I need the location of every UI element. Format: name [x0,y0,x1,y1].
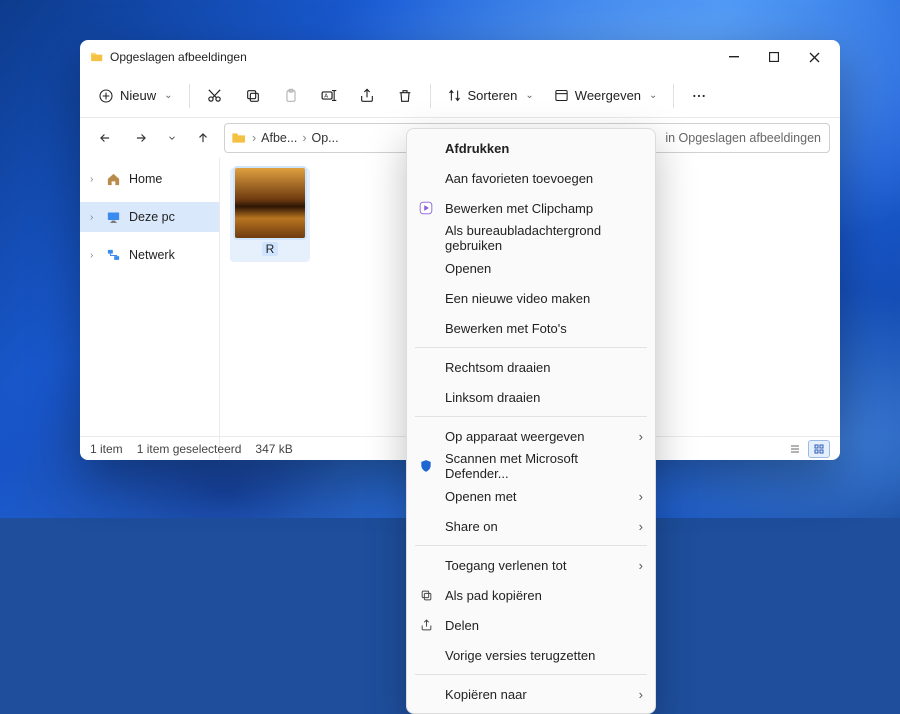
ctx-rotate-cw[interactable]: Rechtsom draaien [407,352,655,382]
ctx-share[interactable]: Delen [407,610,655,640]
back-button[interactable] [90,123,120,153]
chevron-right-icon: › [639,489,643,504]
ctx-previous-versions[interactable]: Vorige versies terugzetten [407,640,655,670]
sidebar-label: Deze pc [129,210,175,224]
status-selected: 1 item geselecteerd [137,442,242,456]
copy-icon [417,586,435,604]
maximize-button[interactable] [754,43,794,71]
context-menu: Afdrukken Aan favorieten toevoegen Bewer… [406,128,656,714]
svg-text:A: A [324,94,328,100]
image-preview [235,168,305,238]
chevron-right-icon: › [639,558,643,573]
rename-button[interactable]: A [312,80,346,112]
sidebar-item-this-pc[interactable]: › Deze pc [80,202,219,232]
chevron-right-icon: › [301,131,307,145]
ctx-open[interactable]: Openen [407,253,655,283]
ctx-open-with[interactable]: Openen met› [407,481,655,511]
chevron-right-icon: › [90,174,98,185]
new-label: Nieuw [120,88,156,103]
ctx-copy-to[interactable]: Kopiëren naar› [407,679,655,709]
chevron-right-icon: › [639,429,643,444]
divider [415,545,647,546]
window-title: Opgeslagen afbeeldingen [110,50,714,64]
network-icon [106,248,121,263]
file-name: R [262,242,279,256]
minimize-button[interactable] [714,43,754,71]
ctx-give-access[interactable]: Toegang verlenen tot› [407,550,655,580]
divider [415,347,647,348]
ctx-scan-defender[interactable]: Scannen met Microsoft Defender... [407,451,655,481]
monitor-icon [106,210,121,225]
chevron-right-icon: › [90,250,98,261]
forward-button[interactable] [126,123,156,153]
toolbar: Nieuw ⌄ A Sorteren ⌄ Weergeven ⌄ [80,74,840,118]
search-hint: in Opgeslagen afbeeldingen [665,131,821,145]
chevron-down-icon: ⌄ [525,90,533,101]
ctx-copy-path[interactable]: Als pad kopiëren [407,580,655,610]
separator [430,84,431,108]
ctx-cast-device[interactable]: Op apparaat weergeven› [407,421,655,451]
breadcrumb-item[interactable]: Afbe... [261,131,297,145]
ctx-print[interactable]: Afdrukken [407,133,655,163]
folder-icon [90,50,104,64]
nav-sidebar: › Home › Deze pc › Netwerk [80,158,220,460]
copy-button[interactable] [236,80,270,112]
window-controls [714,43,834,71]
shield-icon [417,457,435,475]
chevron-down-icon: ⌄ [649,90,657,101]
thumbnails-view-button[interactable] [808,440,830,458]
details-view-button[interactable] [784,440,806,458]
chevron-down-icon: ⌄ [164,90,172,101]
folder-icon [231,130,247,146]
layout-icon [554,88,569,103]
ctx-set-wallpaper[interactable]: Als bureaubladachtergrond gebruiken [407,223,655,253]
ctx-share-on[interactable]: Share on› [407,511,655,541]
file-thumbnail[interactable]: R [230,168,310,262]
share-button[interactable] [350,80,384,112]
close-button[interactable] [794,43,834,71]
ctx-new-video[interactable]: Een nieuwe video maken [407,283,655,313]
more-button[interactable] [682,80,716,112]
status-count: 1 item [90,442,123,456]
sort-label: Sorteren [468,88,518,103]
sidebar-label: Netwerk [129,248,175,262]
separator [673,84,674,108]
chevron-right-icon: › [639,687,643,702]
divider [415,416,647,417]
view-label: Weergeven [575,88,641,103]
up-button[interactable] [188,123,218,153]
breadcrumb-item[interactable]: Op... [311,131,338,145]
chevron-right-icon: › [251,131,257,145]
status-size: 347 kB [255,442,292,456]
view-button[interactable]: Weergeven ⌄ [546,80,666,112]
ctx-add-favorites[interactable]: Aan favorieten toevoegen [407,163,655,193]
ctx-edit-photos[interactable]: Bewerken met Foto's [407,313,655,343]
share-icon [417,616,435,634]
recent-button[interactable] [162,123,182,153]
cut-button[interactable] [198,80,232,112]
chevron-right-icon: › [639,519,643,534]
clipchamp-icon [417,199,435,217]
sidebar-item-network[interactable]: › Netwerk [80,240,219,270]
view-switcher [784,440,830,458]
sort-icon [447,88,462,103]
ctx-rotate-ccw[interactable]: Linksom draaien [407,382,655,412]
titlebar: Opgeslagen afbeeldingen [80,40,840,74]
chevron-right-icon: › [90,212,98,223]
sort-button[interactable]: Sorteren ⌄ [439,80,542,112]
separator [189,84,190,108]
divider [415,674,647,675]
new-button[interactable]: Nieuw ⌄ [90,80,181,112]
ctx-clipchamp[interactable]: Bewerken met Clipchamp [407,193,655,223]
delete-button[interactable] [388,80,422,112]
sidebar-label: Home [129,172,162,186]
paste-button[interactable] [274,80,308,112]
plus-circle-icon [98,88,114,104]
sidebar-item-home[interactable]: › Home [80,164,219,194]
home-icon [106,172,121,187]
